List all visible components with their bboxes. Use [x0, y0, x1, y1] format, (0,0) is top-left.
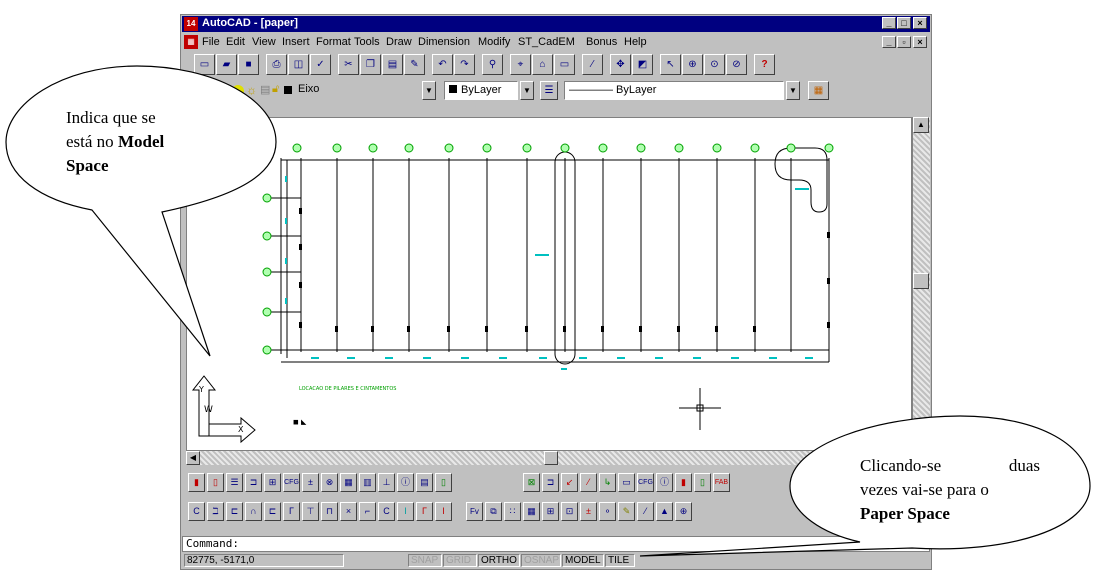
callout-left-line2-row: está no Model [66, 130, 266, 154]
callout-right-line2: vezes vai-se para o [860, 480, 989, 499]
callout-left-line2: está no [66, 132, 114, 151]
model-space-callout-text: Indica que se está no Model Space [66, 106, 266, 178]
callout-left-line1: Indica que se [66, 108, 156, 127]
callout-right-line1: Clicando-se duas [860, 456, 1040, 475]
callout-left-line3: Space [66, 156, 109, 175]
callout-left-bold: Model [117, 132, 165, 151]
callout-right-line3: Paper Space [860, 504, 950, 523]
paper-space-callout-text: Clicando-se duas vezes vai-se para o Pap… [860, 454, 1040, 526]
